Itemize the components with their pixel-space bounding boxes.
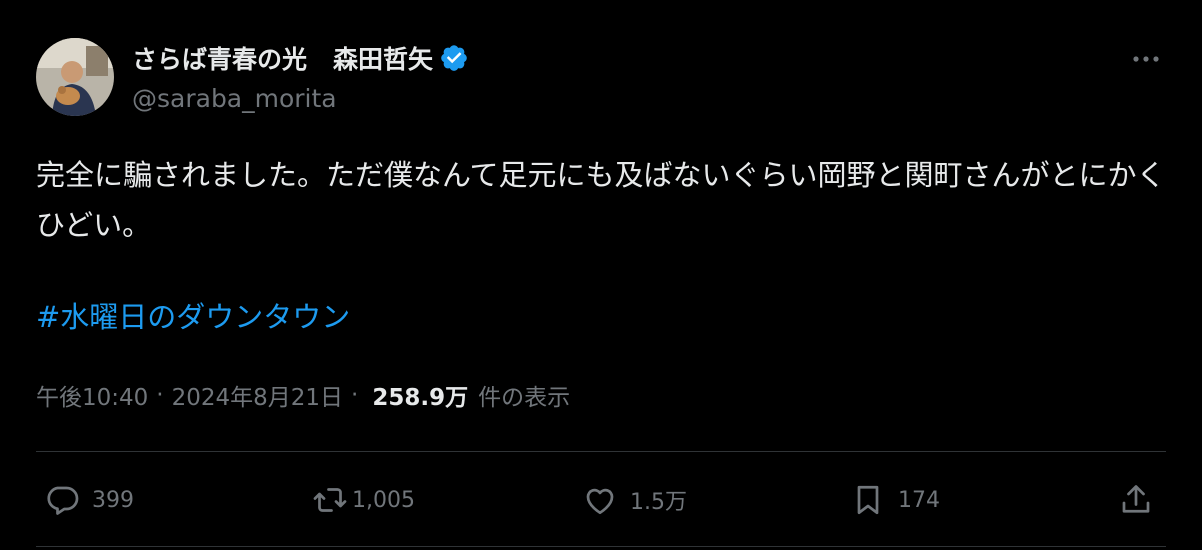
retweet-button[interactable]: 1,005 — [312, 478, 415, 522]
tweet-text: 完全に騙されました。ただ僕なんて足元にも及ばないぐらい岡野と関町さんがとにかくひ… — [36, 158, 1166, 242]
reply-count: 399 — [92, 487, 134, 513]
like-count: 1.5万 — [630, 490, 687, 515]
like-icon — [586, 488, 614, 515]
retweet-icon — [313, 488, 347, 512]
author-name[interactable]: さらば青春の光 森田哲矢 — [132, 40, 469, 76]
hashtag-link[interactable]: #水曜日のダウンタウン — [36, 292, 350, 342]
avatar-image — [36, 38, 114, 116]
views-count: 258.9万 — [372, 385, 469, 411]
meta-separator-2: · — [351, 382, 359, 408]
divider-bottom — [36, 546, 1166, 547]
share-icon — [1122, 485, 1150, 513]
more-icon[interactable] — [1128, 44, 1164, 74]
bookmark-icon — [857, 485, 879, 515]
like-button[interactable]: 1.5万 — [582, 478, 687, 522]
reply-icon — [47, 486, 79, 515]
tweet-meta: 午後10:40 · 2024年8月21日 · 258.9万 件の表示 — [36, 378, 570, 412]
verified-badge-icon[interactable] — [439, 43, 469, 73]
author-name-part2[interactable]: 森田哲矢 — [333, 40, 433, 76]
retweet-count: 1,005 — [352, 487, 415, 513]
meta-separator-1: · — [156, 382, 164, 408]
views-label: 件の表示 — [478, 385, 571, 411]
avatar[interactable] — [36, 38, 114, 116]
share-button[interactable] — [1118, 478, 1154, 522]
bookmark-count: 174 — [898, 487, 940, 513]
author-name-part1[interactable]: さらば青春の光 — [132, 40, 307, 76]
tweet-date[interactable]: 2024年8月21日 — [172, 378, 343, 412]
bookmark-button[interactable]: 174 — [850, 478, 940, 522]
tweet-time[interactable]: 午後10:40 — [36, 378, 148, 412]
reply-button[interactable]: 399 — [44, 478, 134, 522]
author-handle[interactable]: @saraba_morita — [132, 84, 337, 113]
divider — [36, 451, 1166, 452]
